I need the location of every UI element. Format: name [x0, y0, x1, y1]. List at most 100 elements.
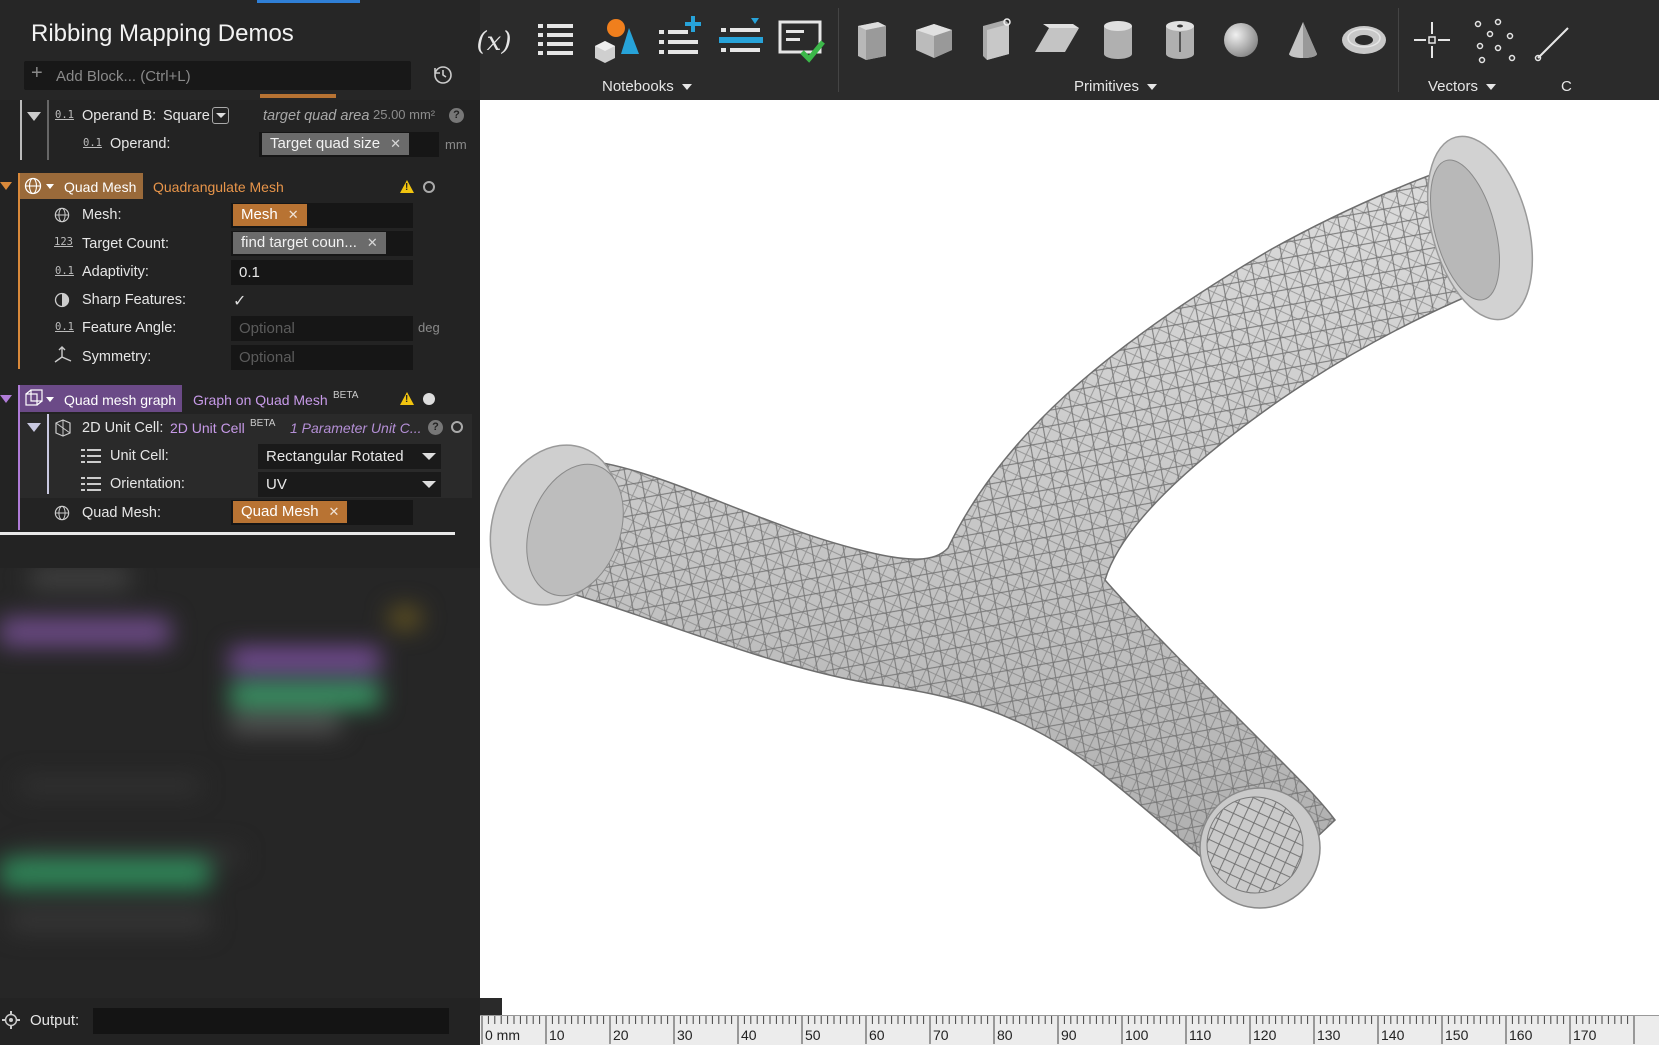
chevron-down-icon[interactable] [422, 453, 436, 460]
3d-viewport[interactable] [480, 100, 1659, 1015]
operand-hint: target quad area [263, 108, 370, 124]
prism-icon[interactable] [969, 14, 1021, 66]
mesh-chip[interactable]: Mesh ✕ [233, 204, 307, 226]
notebooks-group-label[interactable]: Notebooks [602, 78, 692, 95]
unit-cell-type-label: Unit Cell: [110, 448, 169, 464]
adaptivity-input[interactable]: 0.1 [231, 260, 413, 285]
unit-cell-hint: 1 Parameter Unit C... [290, 420, 422, 436]
sharp-features-checkbox[interactable]: ✓ [233, 291, 246, 311]
title-area: Ribbing Mapping Demos + Add Block... (Ct… [0, 0, 480, 100]
unit-cell-select[interactable]: Rectangular Rotated [258, 444, 441, 469]
warning-icon[interactable] [400, 180, 414, 193]
chevron-down-icon[interactable] [422, 481, 436, 488]
graph-function[interactable]: Graph on Quad Mesh [193, 392, 328, 408]
operand-chip[interactable]: Target quad size ✕ [262, 133, 409, 155]
plus-icon: + [31, 62, 43, 84]
insert-list-icon[interactable] [715, 14, 767, 66]
gear-icon[interactable] [2, 1011, 20, 1029]
operand-inner-line [47, 100, 49, 160]
svg-text:(x): (x) [477, 27, 512, 57]
target-count-label: Target Count: [82, 236, 170, 252]
ruler-label: 120 [1253, 1027, 1277, 1043]
orientation-label: Orientation: [110, 476, 185, 492]
line-icon[interactable] [1530, 14, 1570, 66]
operand-unit: mm [445, 137, 467, 152]
warning-icon[interactable] [400, 392, 414, 405]
torus-icon[interactable] [1338, 14, 1390, 66]
feature-angle-label: Feature Angle: [82, 320, 177, 336]
sharp-features-label: Sharp Features: [82, 292, 186, 308]
box-icon[interactable] [908, 14, 960, 66]
tube-body [549, 157, 1521, 902]
question-icon[interactable]: ? [428, 420, 443, 435]
quad-mesh-input-chip[interactable]: Quad Mesh ✕ [233, 501, 348, 523]
decimal-01-icon: 0.1 [55, 109, 74, 121]
unit-cell-label: 2D Unit Cell: [82, 420, 164, 436]
feature-angle-input[interactable]: Optional [231, 316, 413, 341]
close-icon[interactable]: ✕ [288, 207, 299, 222]
number-123-icon: 123 [54, 236, 73, 248]
globe-icon [54, 505, 70, 521]
cube-icon[interactable] [846, 14, 898, 66]
orientation-select[interactable]: UV [258, 472, 441, 497]
graph-name[interactable]: Quad mesh graph [64, 392, 176, 408]
add-list-icon[interactable] [653, 14, 705, 66]
output-field[interactable] [93, 1008, 449, 1034]
parallelepiped-icon[interactable] [1031, 14, 1083, 66]
title-accent-bar [257, 0, 360, 3]
mesh-label: Mesh: [82, 207, 122, 223]
decimal-01-icon: 0.1 [55, 265, 74, 277]
block-collapse-icon[interactable] [0, 395, 12, 403]
cone-icon[interactable] [1277, 14, 1329, 66]
ruler-label: 30 [677, 1027, 693, 1043]
caret-down-icon [681, 84, 692, 91]
sphere-icon[interactable] [1215, 14, 1267, 66]
next-group-label[interactable]: C [1561, 78, 1572, 95]
status-circle-icon[interactable] [451, 421, 463, 433]
quad-mesh-name[interactable]: Quad Mesh [64, 179, 136, 195]
toolbar-separator [838, 8, 839, 92]
operand-b-type[interactable]: Square [163, 108, 210, 124]
list-icon[interactable] [530, 14, 582, 66]
collapse-icon[interactable] [27, 423, 41, 432]
tube-icon[interactable] [1154, 14, 1206, 66]
chevron-down-icon[interactable] [212, 107, 229, 124]
shapes-icon[interactable] [591, 14, 643, 66]
history-icon[interactable] [432, 64, 454, 86]
status-circle-icon[interactable] [423, 181, 435, 193]
globe-icon [54, 207, 70, 223]
ruler-label: 80 [997, 1027, 1013, 1043]
question-icon[interactable]: ? [449, 108, 464, 123]
close-icon[interactable]: ✕ [329, 504, 340, 519]
add-block-input[interactable]: + Add Block... (Ctrl+L) [24, 61, 411, 90]
close-icon[interactable]: ✕ [390, 136, 401, 151]
chevron-down-icon[interactable] [46, 397, 54, 402]
point-cloud-icon[interactable] [1468, 14, 1520, 66]
cylinder-icon[interactable] [1092, 14, 1144, 66]
unit-cell-beta-badge: BETA [250, 418, 276, 429]
ruler-label: 90 [1061, 1027, 1077, 1043]
vectors-group-label[interactable]: Vectors [1428, 78, 1497, 95]
ruler-label: 40 [741, 1027, 757, 1043]
previous-chip-fragment [260, 94, 336, 98]
axes-icon [54, 346, 72, 363]
variable-icon[interactable]: (x) [468, 14, 520, 66]
checklist-icon[interactable] [776, 14, 828, 66]
close-icon[interactable]: ✕ [367, 235, 378, 250]
ruler-label: 60 [869, 1027, 885, 1043]
point-icon[interactable] [1406, 14, 1458, 66]
unit-cell-function[interactable]: 2D Unit Cell [170, 420, 245, 436]
chevron-down-icon[interactable] [46, 184, 54, 189]
target-count-chip[interactable]: find target coun... ✕ [233, 232, 386, 254]
lattice-mesh-render[interactable] [480, 100, 1659, 1015]
quad-mesh-function[interactable]: Quadrangulate Mesh [153, 179, 284, 195]
feature-angle-unit: deg [418, 320, 440, 335]
block-collapse-icon[interactable] [0, 182, 12, 190]
graph-icon [25, 389, 43, 406]
symmetry-input[interactable]: Optional [231, 345, 413, 370]
viewport-corner-button[interactable] [480, 998, 502, 1015]
status-circle-icon[interactable] [423, 393, 435, 405]
collapse-icon[interactable] [27, 112, 41, 121]
caret-down-icon [1147, 84, 1158, 91]
primitives-group-label[interactable]: Primitives [1074, 78, 1158, 95]
